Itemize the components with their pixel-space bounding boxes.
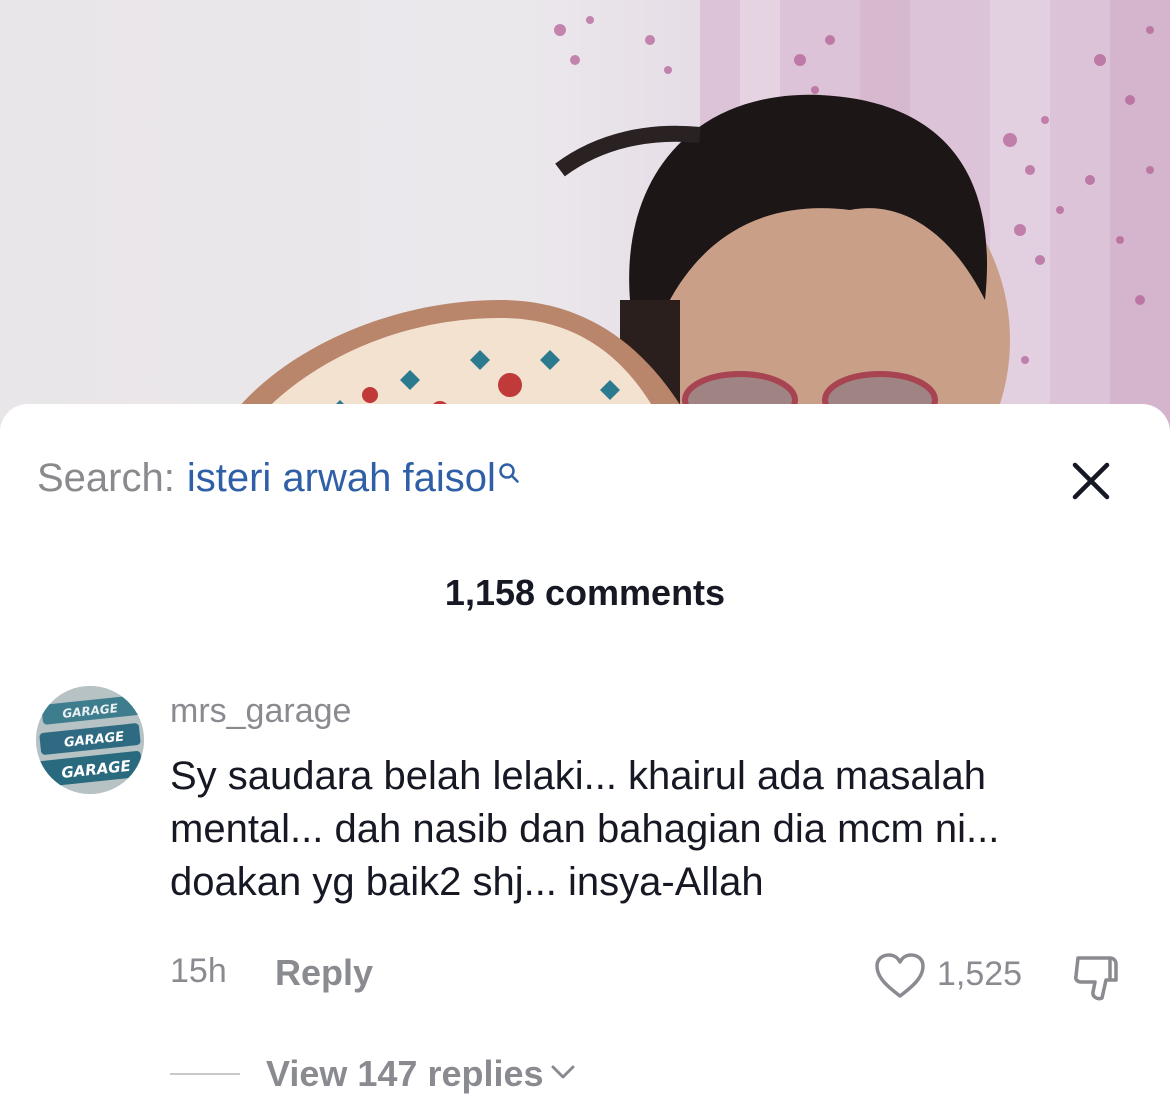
search-prefix-label: Search: — [37, 455, 175, 500]
comments-count: 1,158 comments — [444, 572, 726, 613]
search-query-link[interactable]: isteri arwah faisol — [187, 456, 496, 501]
comments-sheet: Search: isteri arwah faisol 1,158 commen… — [0, 404, 1170, 1119]
like-count: 1,525 — [937, 955, 1023, 993]
video-background — [0, 0, 1170, 440]
heart-icon[interactable] — [874, 952, 926, 1000]
garage-logo-avatar: GARAGE GARAGE GARAGE — [36, 686, 144, 794]
reply-button[interactable]: Reply — [275, 952, 373, 994]
view-replies-button[interactable]: View 147 replies — [170, 1052, 576, 1096]
close-icon[interactable] — [1066, 456, 1116, 506]
avatar[interactable]: GARAGE GARAGE GARAGE — [36, 686, 144, 794]
comment-timestamp: 15h — [170, 952, 227, 990]
video-frame-illustration — [215, 0, 1170, 440]
comment-username[interactable]: mrs_garage — [170, 692, 351, 731]
thumbs-down-icon[interactable] — [1070, 950, 1126, 1006]
search-icon[interactable] — [498, 449, 520, 494]
view-replies-label: View 147 replies — [266, 1053, 544, 1094]
search-header[interactable]: Search: isteri arwah faisol — [37, 454, 520, 502]
replies-divider — [170, 1073, 240, 1075]
chevron-down-icon — [550, 1064, 576, 1085]
comment-body: Sy saudara belah lelaki... khairul ada m… — [170, 754, 1000, 904]
